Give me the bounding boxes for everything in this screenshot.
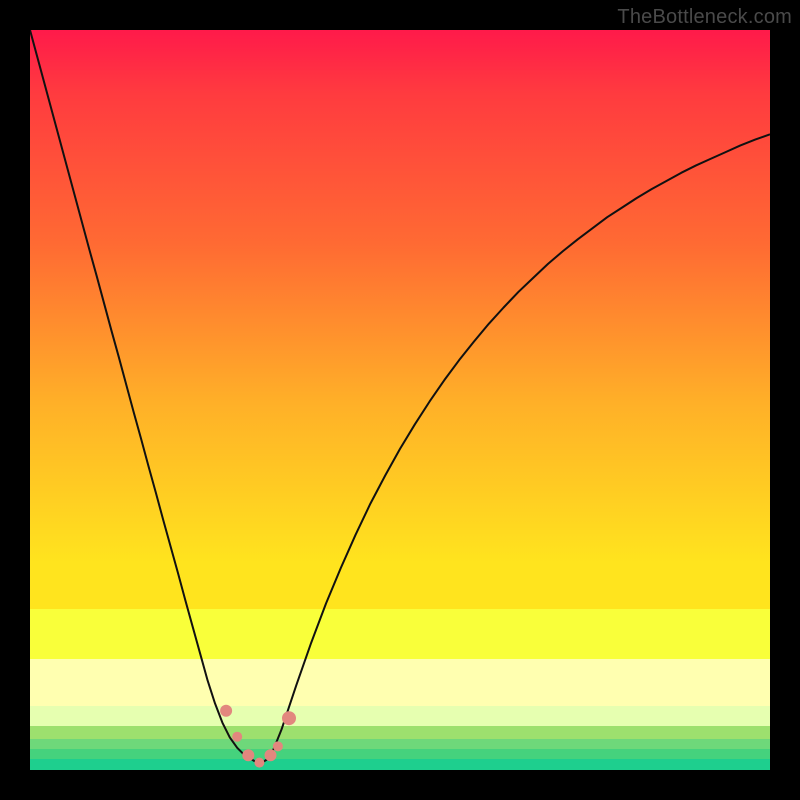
- background-band: [30, 759, 770, 770]
- plot-area: [30, 30, 770, 770]
- background-band: [30, 659, 770, 706]
- background-band: [30, 609, 770, 659]
- background-band: [30, 706, 770, 725]
- background-band: [30, 30, 770, 563]
- background-band: [30, 739, 770, 749]
- background-band: [30, 726, 770, 739]
- chart-container: TheBottleneck.com: [0, 0, 800, 800]
- background-bands: [30, 30, 770, 770]
- background-band: [30, 563, 770, 609]
- background-band: [30, 749, 770, 759]
- watermark-label: TheBottleneck.com: [617, 6, 792, 29]
